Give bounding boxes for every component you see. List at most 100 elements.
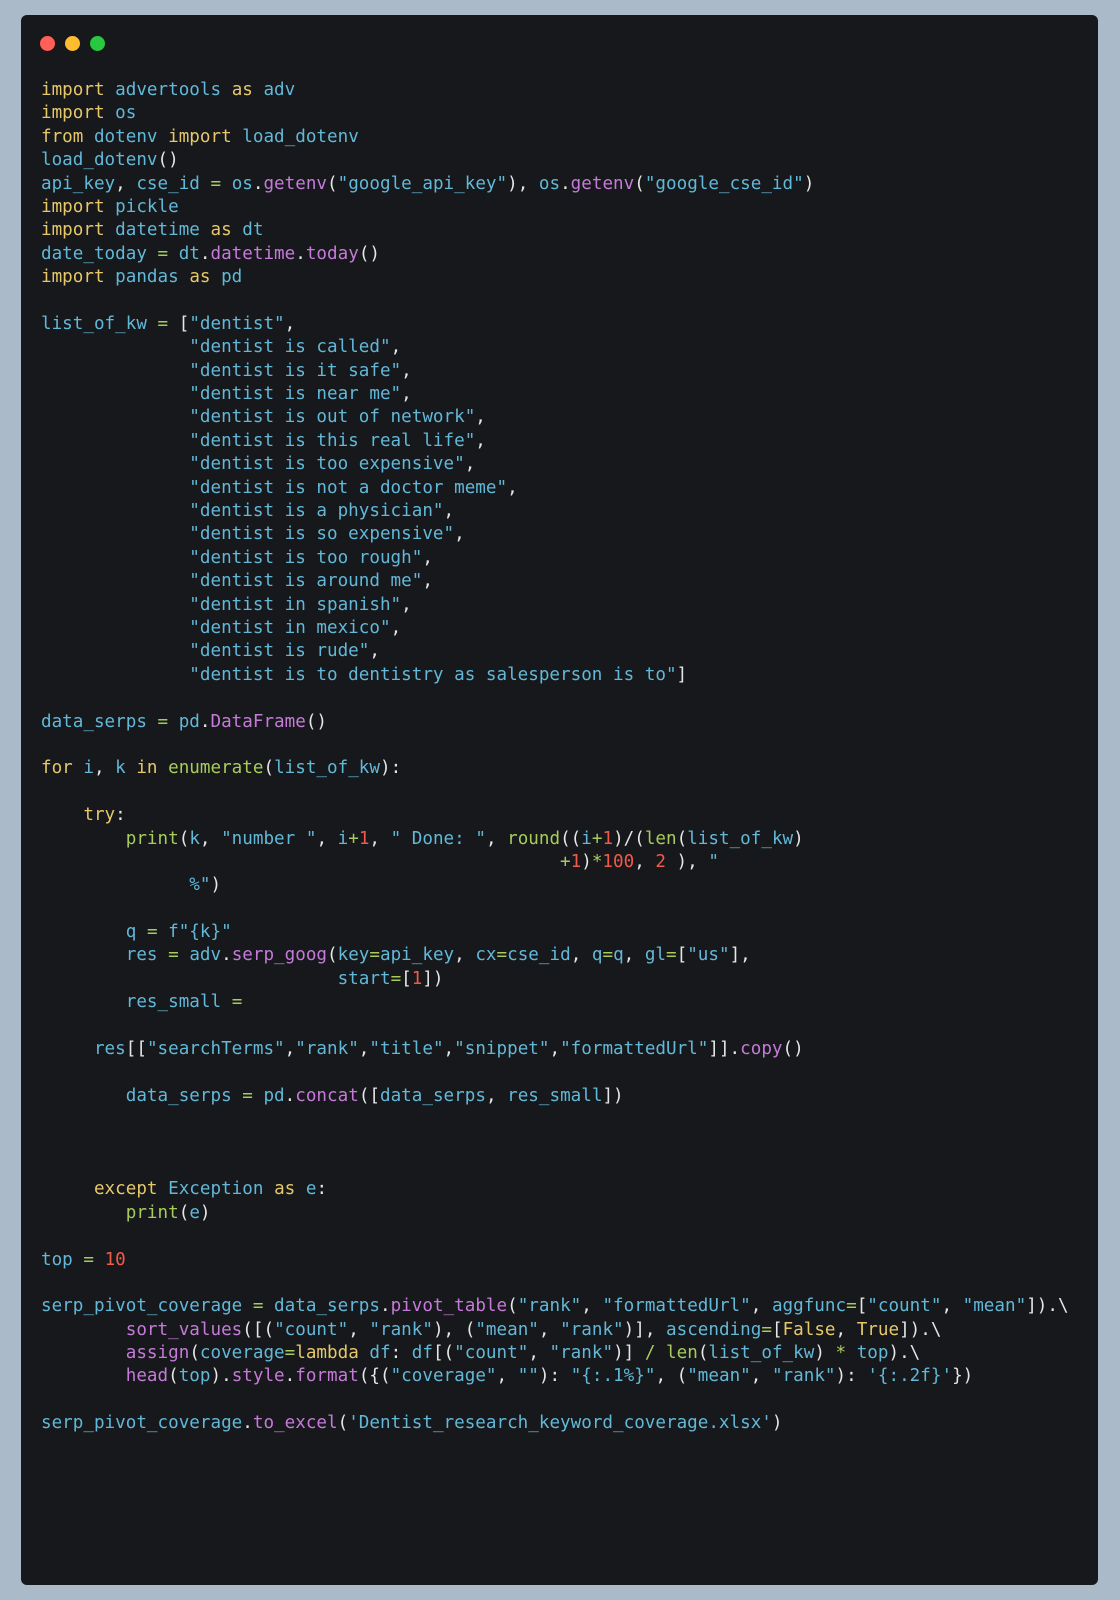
code-token: import [168,126,232,147]
code-token: DataFrame [210,711,306,732]
code-token: q [591,945,603,966]
code-token: getenv [570,173,635,194]
code-token: "snippet" [454,1039,550,1060]
code-line: "dentist is a physician", [41,500,1069,523]
code-token: from [41,126,84,147]
code-token: . [379,1296,391,1317]
code-token: "rank" [369,1319,433,1340]
code-token: True [856,1319,900,1340]
code-line: serp_pivot_coverage.to_excel('Dentist_re… [41,1412,1069,1435]
code-token: [[ [125,1039,147,1060]
code-line: except Exception as e: [41,1178,1069,1201]
code-token: "dentist is near me" [189,384,402,405]
code-token: () [782,1039,804,1060]
code-token: , [538,1319,561,1340]
maximize-window-icon[interactable] [90,36,105,51]
code-token: , [369,641,380,662]
code-token: * [591,851,603,872]
code-token: , [93,758,116,779]
code-token: , [443,501,455,522]
code-token: ( [263,758,275,779]
code-token: , [496,1366,518,1387]
code-token: "rank" [771,1366,836,1387]
code-token: = [83,1249,94,1270]
code-token: ]).\ [899,1319,942,1340]
code-token: . [199,243,211,264]
code-token: , [369,828,391,849]
code-token: , [390,617,402,638]
code-token: k [115,758,126,779]
code-token: cx [475,945,497,966]
code-token: api_key [380,945,455,966]
code-token: False [782,1319,836,1340]
code-token: . [560,173,571,194]
code-token: "dentist is it safe" [189,360,402,381]
code-token: , [454,524,465,545]
code-token: , ( [655,1366,688,1387]
code-token: '{:.2f}' [867,1366,953,1387]
close-window-icon[interactable] [40,36,55,51]
code-token: , [464,454,476,475]
code-token: "dentist is too rough" [189,547,423,568]
code-line: "dentist in mexico", [41,617,1069,640]
code-token: advertools [115,80,222,100]
code-token: i [337,828,349,849]
code-token: , [528,1343,550,1364]
code-token: import [41,220,105,241]
code-line: assign(coverage=lambda df: df[("count", … [41,1342,1069,1365]
code-token: , [750,1296,772,1317]
minimize-window-icon[interactable] [65,36,80,51]
code-token: , [358,1039,370,1060]
code-line: "dentist is too expensive", [41,453,1069,476]
code-token: ( [507,1296,518,1317]
code-line: "dentist is called", [41,336,1069,359]
code-token: copy [740,1039,783,1060]
code-token: ]) [422,968,444,989]
code-token: ( [697,1343,709,1364]
code-token: q [125,922,137,943]
code-token: data_serps [274,1296,380,1317]
code-line: "dentist is near me", [41,383,1069,406]
code-token: , [401,594,412,615]
code-token: 10 [104,1249,126,1270]
code-token: , [348,1319,370,1340]
code-block[interactable]: import advertools as adv import os from do… [41,79,1069,1436]
code-token: ) [793,828,804,849]
code-token: list_of_kw [274,758,380,779]
code-token: , [570,945,592,966]
code-token: len [644,828,677,849]
code-token: enumerate [168,758,264,779]
code-token: , [443,1039,455,1060]
code-token: , [390,337,402,358]
code-token: . [284,1085,296,1106]
code-token: %" [189,875,211,896]
code-token: = [666,945,677,966]
code-token: os [231,173,253,194]
code-token: }" [210,922,232,943]
code-token: "title" [369,1039,444,1060]
code-token: , [401,384,412,405]
code-token: api_key [41,173,116,194]
